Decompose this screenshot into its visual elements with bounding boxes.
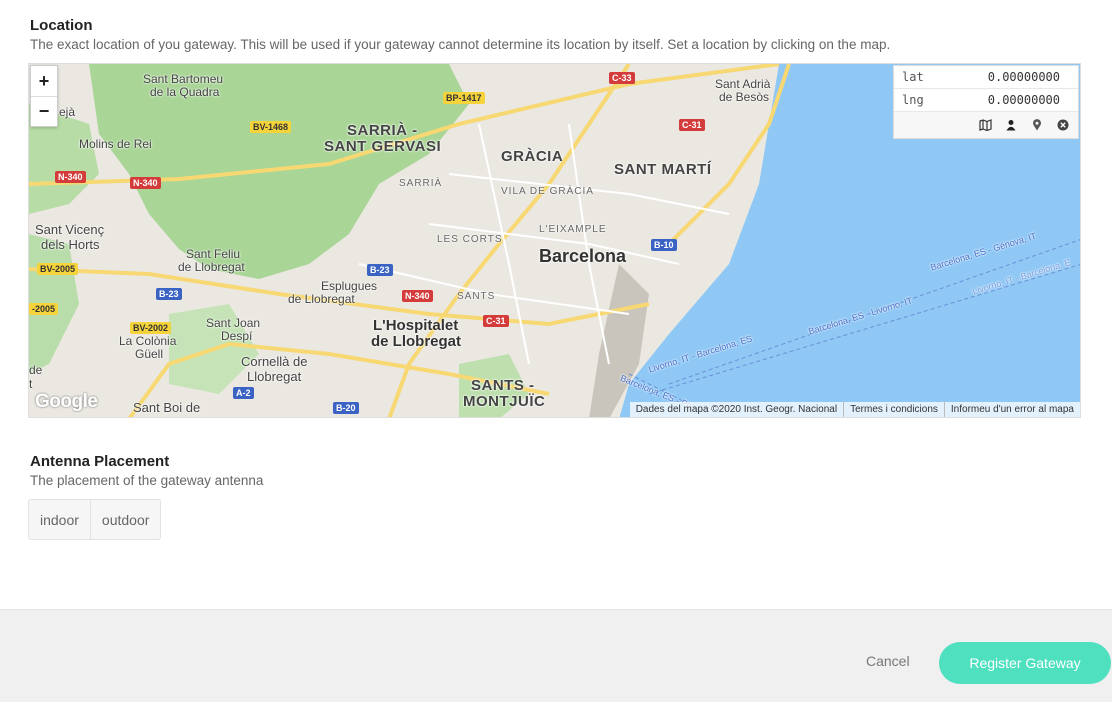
map-label-les-corts: LES CORTS: [437, 234, 503, 245]
lat-value[interactable]: 0.00000000: [988, 70, 1070, 84]
road-tag: -2005: [29, 303, 59, 315]
map-label-sants-montjuic-2: MONTJUÏC: [463, 393, 546, 410]
map-label-sant-feliu-2: de Llobregat: [178, 260, 245, 274]
map-label-sant-adria-2: de Besòs: [719, 90, 770, 104]
lat-row: lat 0.00000000: [894, 66, 1078, 89]
lng-value[interactable]: 0.00000000: [988, 93, 1070, 107]
map-label-sarria-2: SANT GERVASI: [324, 138, 442, 155]
map-label-esplugues-2: de Llobregat: [288, 292, 355, 306]
map-data-credit: Dades del mapa ©2020 Inst. Geogr. Nacion…: [635, 404, 838, 415]
road-tag: C-31: [679, 119, 705, 131]
map-tools: [894, 112, 1078, 138]
form-footer: Cancel Register Gateway: [0, 609, 1112, 702]
google-logo: Google: [35, 391, 98, 412]
map-label-sant-boi: Sant Boi de: [133, 400, 201, 415]
map-label-esplugues-1: Esplugues: [321, 279, 378, 293]
map-label-vila-gracia: VILA DE GRÀCIA: [501, 186, 594, 197]
road-tag: B-10: [651, 239, 677, 251]
outdoor-option[interactable]: outdoor: [89, 500, 160, 539]
map-label-sant-adria-1: Sant Adrià: [715, 77, 771, 91]
map-label-eja: ejà: [59, 105, 76, 119]
road-tag: BV-2002: [130, 322, 172, 334]
map-label-cornella-1: Cornellà de: [241, 354, 308, 369]
map-label-sarria: SARRIÀ: [399, 178, 443, 189]
map-icon[interactable]: [978, 118, 992, 132]
map-label-colonia-2: Güell: [135, 347, 164, 361]
zoom-out-button[interactable]: −: [31, 96, 57, 126]
map-label-sant-vicenc-2: dels Horts: [41, 237, 100, 252]
lng-row: lng 0.00000000: [894, 89, 1078, 112]
road-tag: N-340: [55, 171, 86, 183]
person-icon[interactable]: [1004, 118, 1018, 132]
map-label-sant-bartomeu-2: de la Quadra: [150, 85, 220, 99]
road-tag: B-23: [156, 288, 182, 300]
map-label-sarria-1: SARRIÀ -: [347, 122, 418, 139]
antenna-description: The placement of the gateway antenna: [30, 473, 264, 488]
map-label-barcelona: Barcelona: [539, 246, 627, 266]
road-tag: C-31: [483, 315, 509, 327]
road-tag: N-340: [130, 177, 161, 189]
antenna-placement-toggle: indoor outdoor: [28, 499, 162, 540]
road-tag: A-2: [233, 387, 254, 399]
location-description: The exact location of you gateway. This …: [30, 37, 891, 52]
road-tag: C-33: [609, 72, 635, 84]
indoor-option[interactable]: indoor: [29, 500, 90, 539]
lng-label: lng: [902, 93, 924, 107]
map-label-sants-montjuic-1: SANTS -: [471, 377, 535, 394]
map-label-de: de: [29, 363, 43, 377]
road-tag: BV-1468: [250, 121, 292, 133]
zoom-in-button[interactable]: +: [31, 66, 57, 96]
clear-icon[interactable]: [1056, 118, 1070, 132]
coordinates-panel: lat 0.00000000 lng 0.00000000: [893, 65, 1079, 139]
road-tag: BV-2005: [37, 263, 79, 275]
pin-icon[interactable]: [1030, 118, 1044, 132]
map-label-colonia-1: La Colònia: [119, 334, 177, 348]
road-tag: BP-1417: [443, 92, 485, 104]
map-label-sant-bartomeu-1: Sant Bartomeu: [143, 72, 224, 86]
map-label-sant-feliu-1: Sant Feliu: [186, 247, 241, 261]
road-tag: B-23: [367, 264, 393, 276]
report-error-link[interactable]: Informeu d'un error al mapa: [943, 402, 1080, 417]
map-label-t: t: [29, 377, 33, 391]
road-tag: B-20: [333, 402, 359, 414]
map-label-hospitalet-1: L'Hospitalet: [373, 317, 459, 334]
map-label-molins: Molins de Rei: [79, 137, 152, 151]
map-label-gracia: GRÀCIA: [501, 148, 564, 165]
map-label-sant-marti: SANT MARTÍ: [614, 161, 712, 178]
map-label-sant-joan-2: Despí: [221, 329, 253, 343]
map-label-hospitalet-2: de Llobregat: [371, 333, 462, 350]
cancel-button[interactable]: Cancel: [866, 653, 910, 669]
map-label-cornella-2: Llobregat: [247, 369, 302, 384]
lat-label: lat: [902, 70, 924, 84]
location-map[interactable]: + − Barcelona SANT MARTÍ GRÀCIA SARRIÀ -…: [28, 63, 1081, 418]
terms-link[interactable]: Termes i condicions: [843, 402, 944, 417]
register-gateway-button[interactable]: Register Gateway: [939, 642, 1111, 684]
map-label-eixample: L'EIXAMPLE: [539, 224, 607, 235]
map-attribution: Dades del mapa ©2020 Inst. Geogr. Nacion…: [629, 402, 1080, 417]
map-label-sant-joan-1: Sant Joan: [206, 316, 261, 330]
antenna-title: Antenna Placement: [30, 453, 170, 470]
map-label-sants: SANTS: [457, 291, 496, 302]
map-label-sant-vicenc-1: Sant Vicenç: [35, 222, 105, 237]
location-title: Location: [30, 17, 93, 34]
road-tag: N-340: [402, 290, 433, 302]
zoom-controls: + −: [30, 65, 58, 127]
